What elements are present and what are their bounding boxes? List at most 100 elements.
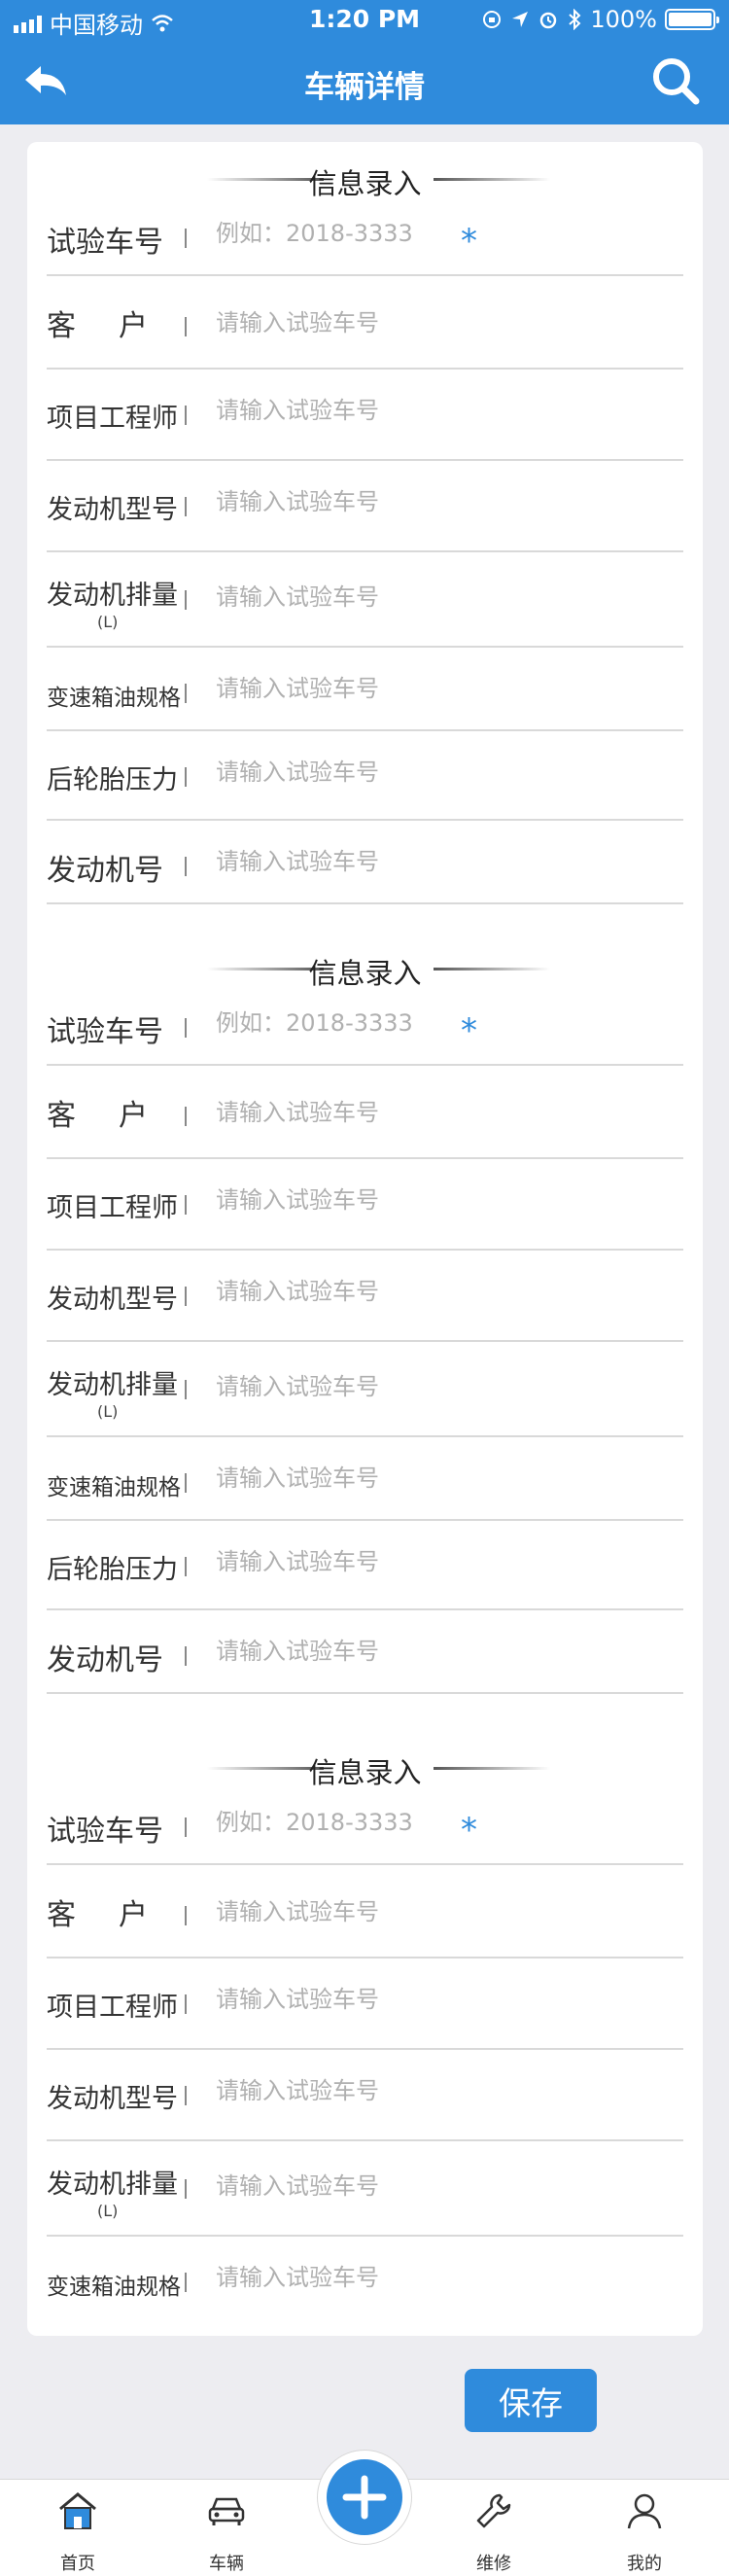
field-label: 发动机型号 — [47, 1285, 178, 1315]
required-mark: * — [461, 1811, 477, 1850]
divider — [185, 1646, 187, 1666]
engine-model-input[interactable] — [216, 1272, 624, 1311]
engine-displacement-input[interactable] — [216, 578, 624, 617]
field-label: 发动机排量 — [47, 1370, 178, 1400]
transmission-oil-input[interactable] — [216, 669, 624, 708]
unit-label: (L) — [97, 2202, 119, 2220]
field-label: 项目工程师 — [47, 404, 178, 434]
rear-tire-pressure-input[interactable] — [216, 1542, 624, 1581]
alarm-icon — [540, 12, 557, 29]
car-icon — [208, 2497, 245, 2525]
form-row: 变速箱油规格 — [47, 2237, 683, 2320]
wrench-icon — [476, 2493, 511, 2528]
tab-label: 维修 — [476, 2554, 511, 2574]
test-vehicle-no-input[interactable] — [216, 214, 624, 253]
tab-vehicle[interactable]: 车辆 — [168, 2480, 285, 2576]
project-engineer-input[interactable] — [216, 1980, 624, 2019]
field-label: 客户 — [47, 1099, 191, 1133]
form-row: 发动机号 — [47, 1610, 683, 1694]
form-row: 发动机号 — [47, 821, 683, 904]
divider — [185, 857, 187, 876]
divider — [185, 497, 187, 516]
form-row: 客户 — [47, 1865, 683, 1958]
divider — [185, 317, 187, 336]
unit-label: (L) — [97, 613, 119, 631]
vehicle-form-card: 信息录入 试验车号 * 客户 项目工程师 发动机型号 发动机排量 (L) 变速箱… — [27, 142, 703, 2336]
section-header: 信息录入 — [27, 150, 703, 200]
plus-icon — [342, 2475, 387, 2520]
field-label: 变速箱油规格 — [47, 2275, 181, 2300]
form-row: 发动机排量 (L) — [47, 2141, 683, 2237]
form-row: 后轮胎压力 — [47, 731, 683, 821]
divider — [185, 1287, 187, 1306]
divider — [185, 2179, 187, 2199]
divider — [185, 1817, 187, 1837]
divider — [185, 1380, 187, 1399]
field-label: 项目工程师 — [47, 1193, 178, 1223]
transmission-oil-input[interactable] — [216, 2258, 624, 2297]
field-label: 试验车号 — [47, 1815, 163, 1849]
field-label: 试验车号 — [47, 1015, 163, 1049]
field-label: 发动机排量 — [47, 581, 178, 611]
form-row: 后轮胎压力 — [47, 1521, 683, 1610]
engine-displacement-input[interactable] — [216, 1367, 624, 1406]
battery-percent: 100% — [590, 6, 657, 33]
save-button[interactable]: 保存 — [465, 2369, 597, 2432]
transmission-oil-input[interactable] — [216, 1459, 624, 1498]
search-icon[interactable] — [649, 54, 702, 107]
form-row: 项目工程师 — [47, 1958, 683, 2050]
tab-home[interactable]: 首页 — [19, 2480, 136, 2576]
location-icon — [512, 12, 529, 27]
user-icon — [627, 2493, 662, 2529]
divider — [185, 2273, 187, 2292]
field-label: 发动机排量 — [47, 2170, 178, 2200]
field-label: 发动机型号 — [47, 495, 178, 525]
nav-bar: 车辆详情 — [0, 39, 729, 124]
divider — [185, 1994, 187, 2014]
engine-number-input[interactable] — [216, 1632, 624, 1671]
battery-icon — [665, 9, 719, 30]
divider — [185, 229, 187, 248]
test-vehicle-no-input[interactable] — [216, 1803, 624, 1842]
form-row: 客户 — [47, 276, 683, 370]
tab-repair[interactable]: 维修 — [435, 2480, 552, 2576]
orientation-lock-icon — [483, 11, 502, 28]
divider — [185, 684, 187, 703]
divider — [185, 1557, 187, 1576]
divider — [185, 2086, 187, 2105]
status-bar: 中国移动 1:20 PM 100% — [0, 0, 729, 39]
engine-model-input[interactable] — [216, 2071, 624, 2110]
engine-model-input[interactable] — [216, 482, 624, 521]
divider — [185, 1018, 187, 1038]
project-engineer-input[interactable] — [216, 391, 624, 430]
divider — [185, 590, 187, 610]
form-row: 试验车号 * — [47, 1782, 683, 1865]
test-vehicle-no-input[interactable] — [216, 1004, 624, 1042]
customer-input[interactable] — [216, 303, 624, 342]
form-row: 试验车号 * — [47, 982, 683, 1066]
unit-label: (L) — [97, 1402, 119, 1421]
tab-mine[interactable]: 我的 — [586, 2480, 703, 2576]
project-engineer-input[interactable] — [216, 1181, 624, 1219]
field-label: 发动机型号 — [47, 2084, 178, 2114]
section-header: 信息录入 — [27, 1739, 703, 1789]
add-button[interactable] — [327, 2459, 402, 2535]
divider — [185, 1906, 187, 1925]
required-mark: * — [461, 222, 477, 261]
rear-tire-pressure-input[interactable] — [216, 753, 624, 792]
field-label: 变速箱油规格 — [47, 1475, 181, 1500]
engine-number-input[interactable] — [216, 842, 624, 881]
bluetooth-icon — [569, 9, 581, 30]
divider — [185, 1107, 187, 1126]
field-label: 发动机号 — [47, 1643, 163, 1677]
field-label: 后轮胎压力 — [47, 765, 178, 795]
tab-label: 我的 — [627, 2554, 662, 2574]
customer-input[interactable] — [216, 1093, 624, 1132]
form-row: 发动机排量 (L) — [47, 1342, 683, 1437]
field-label: 客户 — [47, 1898, 191, 1932]
divider — [185, 1473, 187, 1493]
form-row: 发动机排量 (L) — [47, 552, 683, 648]
customer-input[interactable] — [216, 1892, 624, 1931]
engine-displacement-input[interactable] — [216, 2167, 624, 2205]
field-label: 客户 — [47, 309, 191, 343]
